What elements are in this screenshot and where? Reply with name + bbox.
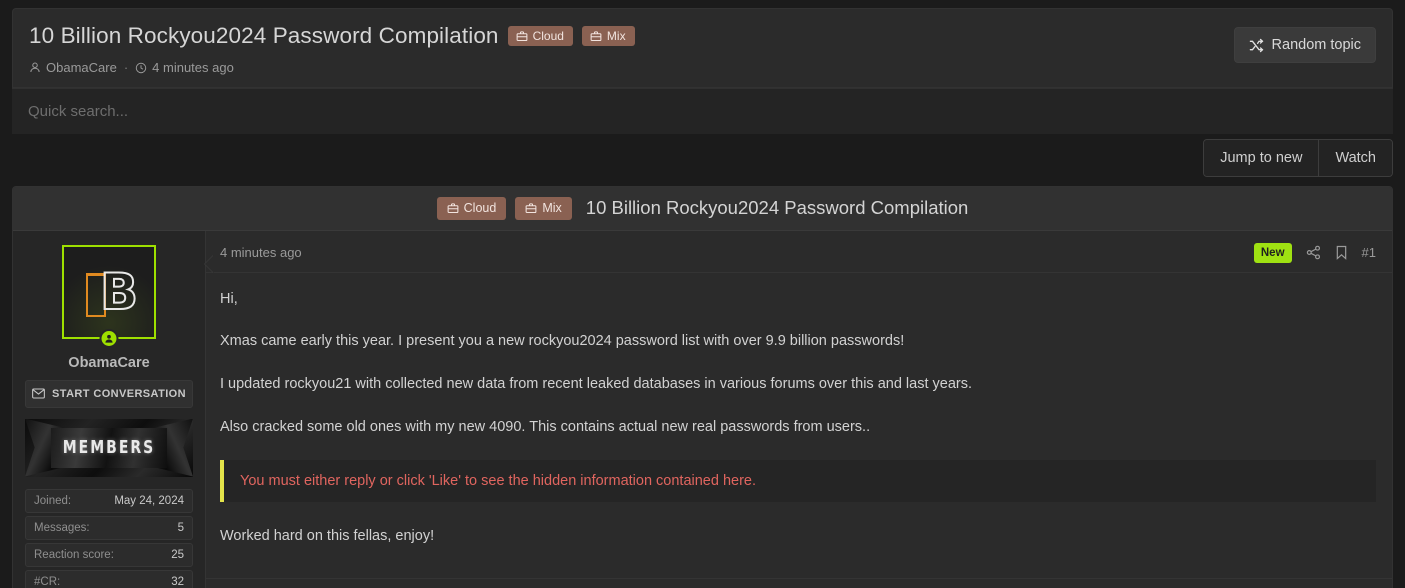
post-article: B ObamaCare START CONVERSATION MEMBERS J… — [13, 230, 1392, 588]
post-number[interactable]: #1 — [1362, 245, 1376, 260]
briefcase-icon — [447, 202, 459, 214]
stat-row: Joined: May 24, 2024 — [25, 488, 193, 513]
thread-title-bar: Cloud Mix 10 Billion Rockyou2024 Passwor… — [13, 187, 1392, 231]
post-paragraph: I updated rockyou21 with collected new d… — [220, 376, 972, 393]
post-paragraph-closing: Worked hard on this fellas, enjoy! — [220, 527, 435, 544]
thread-time-label: 4 minutes ago — [152, 60, 234, 75]
post-username[interactable]: ObamaCare — [25, 355, 193, 371]
stat-row: #CR: 32 — [25, 569, 193, 588]
jump-to-new-button[interactable]: Jump to new — [1204, 140, 1319, 176]
user-stats-list: Joined: May 24, 2024 Messages: 5 Reactio… — [25, 488, 193, 588]
avatar-monogram-icon: B — [80, 262, 139, 321]
thread-card: Cloud Mix 10 Billion Rockyou2024 Passwor… — [12, 186, 1393, 588]
start-conversation-button[interactable]: START CONVERSATION — [25, 379, 193, 408]
thread-action-bar: Jump to new Watch — [12, 134, 1393, 186]
thread-tag-cloud[interactable]: Cloud — [436, 197, 507, 220]
briefcase-icon — [525, 202, 537, 214]
thread-meta: ObamaCare · 4 minutes ago — [29, 60, 1376, 75]
stat-label: #CR: — [34, 575, 61, 588]
page-title: 10 Billion Rockyou2024 Password Compilat… — [29, 23, 499, 48]
forum-thread-page: 10 Billion Rockyou2024 Password Compilat… — [0, 0, 1405, 588]
briefcase-icon — [590, 30, 602, 42]
thread-tag-mix[interactable]: Mix — [581, 26, 635, 46]
thread-timestamp: 4 minutes ago — [135, 60, 234, 75]
banner-plate: MEMBERS — [51, 427, 167, 468]
thread-title-row: 10 Billion Rockyou2024 Password Compilat… — [29, 23, 1376, 49]
stat-value: 32 — [171, 575, 184, 588]
post-footer: Report Лайк! — [206, 578, 1392, 588]
share-icon[interactable] — [1306, 245, 1321, 260]
post-paragraph: Also cracked some old ones with my new 4… — [220, 418, 871, 435]
post-body: Hi, Xmas came early this year. I present… — [206, 273, 1392, 573]
thread-tag-mix[interactable]: Mix — [515, 197, 572, 220]
avatar[interactable]: B — [62, 244, 156, 339]
thread-bar-title: 10 Billion Rockyou2024 Password Compilat… — [585, 197, 969, 219]
thread-author-name: ObamaCare — [46, 60, 117, 75]
thread-tag-cloud[interactable]: Cloud — [507, 26, 573, 46]
meta-separator: · — [123, 60, 129, 75]
post-header-actions: New #1 — [1253, 242, 1376, 263]
stat-label: Reaction score: — [34, 548, 114, 561]
avatar-monogram-letter: B — [99, 262, 139, 321]
stat-value: May 24, 2024 — [114, 494, 184, 507]
thread-button-group: Jump to new Watch — [1203, 139, 1393, 177]
online-status-icon — [99, 328, 119, 348]
thread-header: 10 Billion Rockyou2024 Password Compilat… — [12, 8, 1393, 88]
thread-tag-label: Cloud — [532, 29, 564, 43]
hidden-content-notice: You must either reply or click 'Like' to… — [220, 459, 1376, 502]
user-title-text: MEMBERS — [62, 437, 156, 458]
stat-label: Messages: — [34, 521, 90, 534]
thread-tag-label: Cloud — [463, 201, 497, 215]
user-icon — [29, 61, 41, 74]
watch-button[interactable]: Watch — [1318, 140, 1392, 176]
quick-search-bar[interactable] — [12, 88, 1393, 134]
random-topic-button[interactable]: Random topic — [1233, 27, 1376, 63]
bookmark-icon[interactable] — [1335, 245, 1348, 260]
stat-value: 5 — [177, 521, 184, 534]
user-title-banner: MEMBERS — [25, 418, 193, 477]
start-conversation-label: START CONVERSATION — [52, 387, 186, 400]
stat-row: Messages: 5 — [25, 515, 193, 540]
thread-tag-label: Mix — [542, 201, 562, 215]
post-paragraph: Hi, — [220, 290, 238, 307]
post-header: 4 minutes ago New #1 — [206, 231, 1392, 273]
stat-value: 25 — [171, 548, 184, 561]
post-paragraph: Xmas came early this year. I present you… — [220, 333, 905, 350]
post-arrow-icon — [205, 254, 214, 273]
stat-label: Joined: — [34, 494, 72, 507]
stat-row: Reaction score: 25 — [25, 542, 193, 567]
new-badge: New — [1253, 242, 1292, 263]
envelope-icon — [32, 388, 45, 399]
shuffle-icon — [1249, 38, 1264, 53]
search-input[interactable] — [24, 97, 1381, 126]
thread-tag-label: Mix — [606, 29, 626, 43]
post-user-column: B ObamaCare START CONVERSATION MEMBERS J… — [13, 230, 206, 588]
thread-author[interactable]: ObamaCare — [29, 60, 117, 75]
clock-icon — [135, 62, 147, 74]
avatar-wrapper[interactable]: B — [62, 244, 156, 348]
random-topic-label: Random topic — [1271, 37, 1361, 53]
post-content-column: 4 minutes ago New #1 Hi, Xmas came early… — [205, 231, 1392, 588]
hidden-content-text: You must either reply or click 'Like' to… — [240, 472, 757, 489]
briefcase-icon — [516, 30, 528, 42]
post-timestamp[interactable]: 4 minutes ago — [220, 245, 302, 260]
